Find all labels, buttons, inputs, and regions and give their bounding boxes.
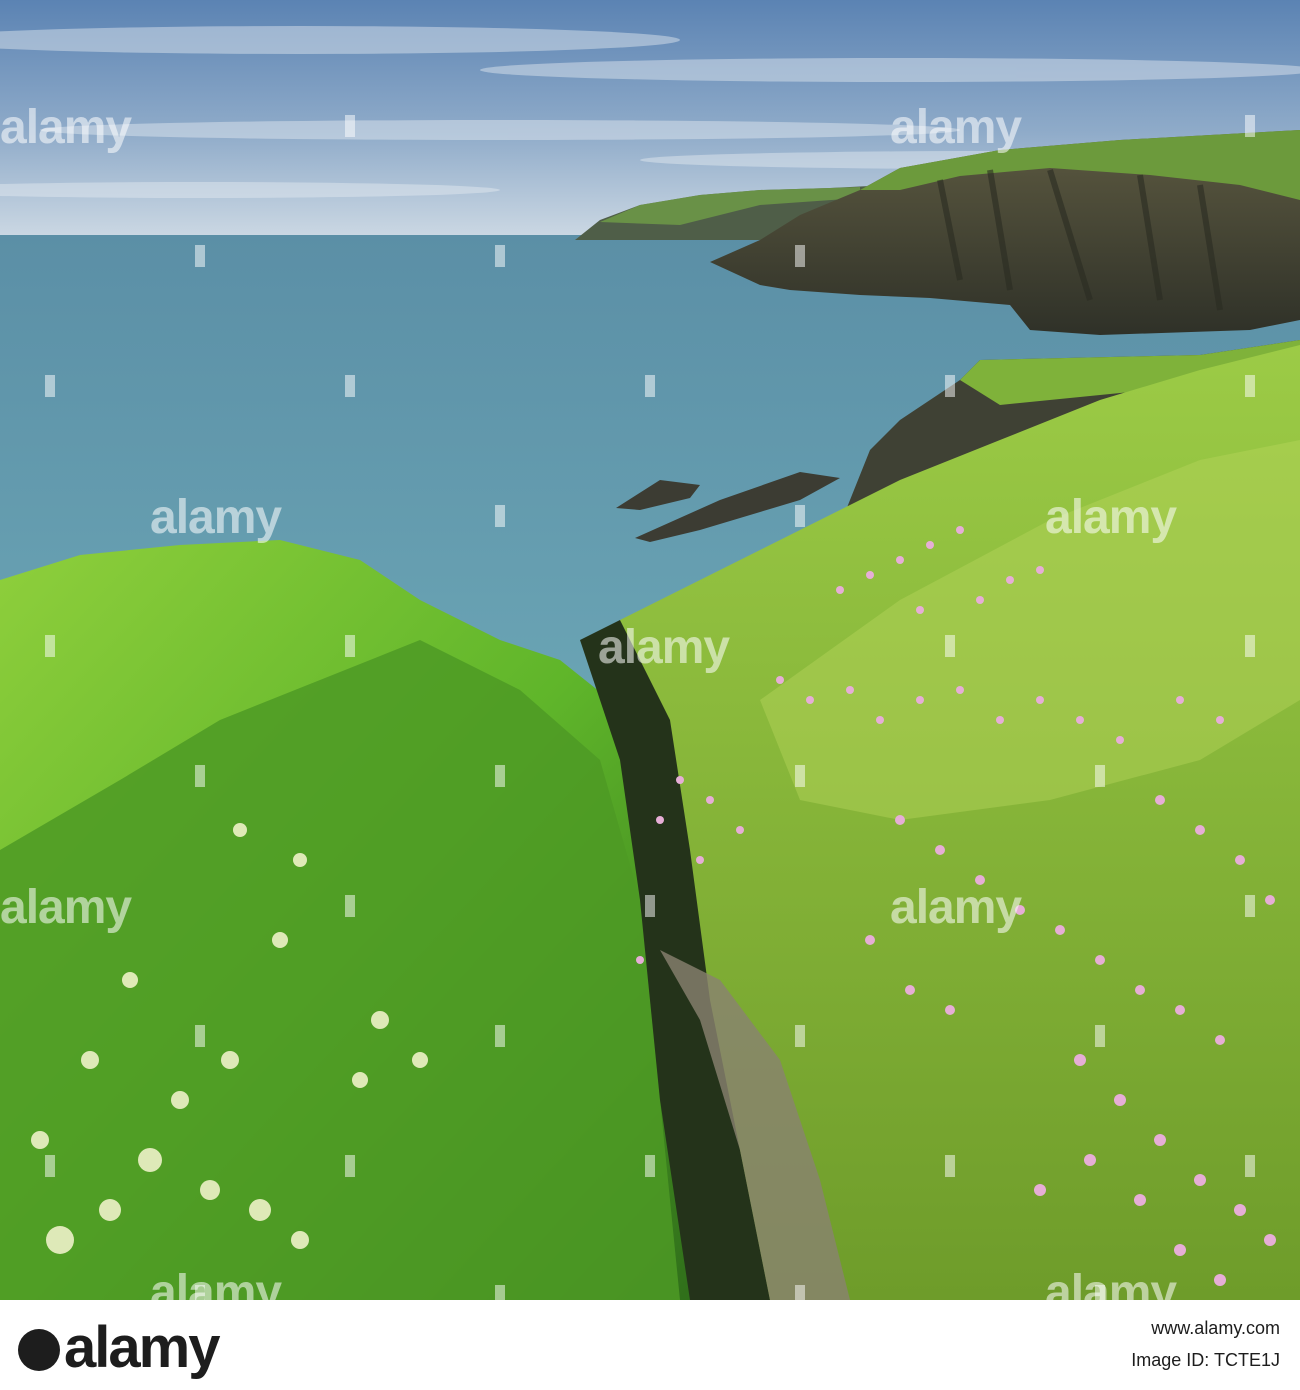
image-id: Image ID: TCTE1J — [1131, 1350, 1280, 1370]
logo-text: alamy — [64, 1315, 220, 1380]
watermark-text: alamy — [890, 101, 1022, 154]
site-url[interactable]: www.alamy.com — [1151, 1318, 1280, 1339]
watermark-text: alamy — [150, 491, 282, 544]
watermark-text: alamy — [150, 1266, 282, 1300]
watermark-text: alamy — [0, 101, 132, 154]
stock-footer: alamy www.alamy.com Image ID: TCTE1J — [0, 1300, 1300, 1390]
logo-mark-icon — [18, 1329, 60, 1371]
watermark-text: alamy — [1045, 491, 1177, 544]
watermark-text: alamy — [598, 621, 730, 674]
watermark-text: alamy — [1045, 1266, 1177, 1300]
watermark-text: alamy — [0, 881, 132, 934]
alamy-logo: alamy — [18, 1314, 220, 1381]
landscape-photo: alamy alamy alamy alamy alamy alamy alam… — [0, 0, 1300, 1300]
watermark-text: alamy — [890, 881, 1022, 934]
